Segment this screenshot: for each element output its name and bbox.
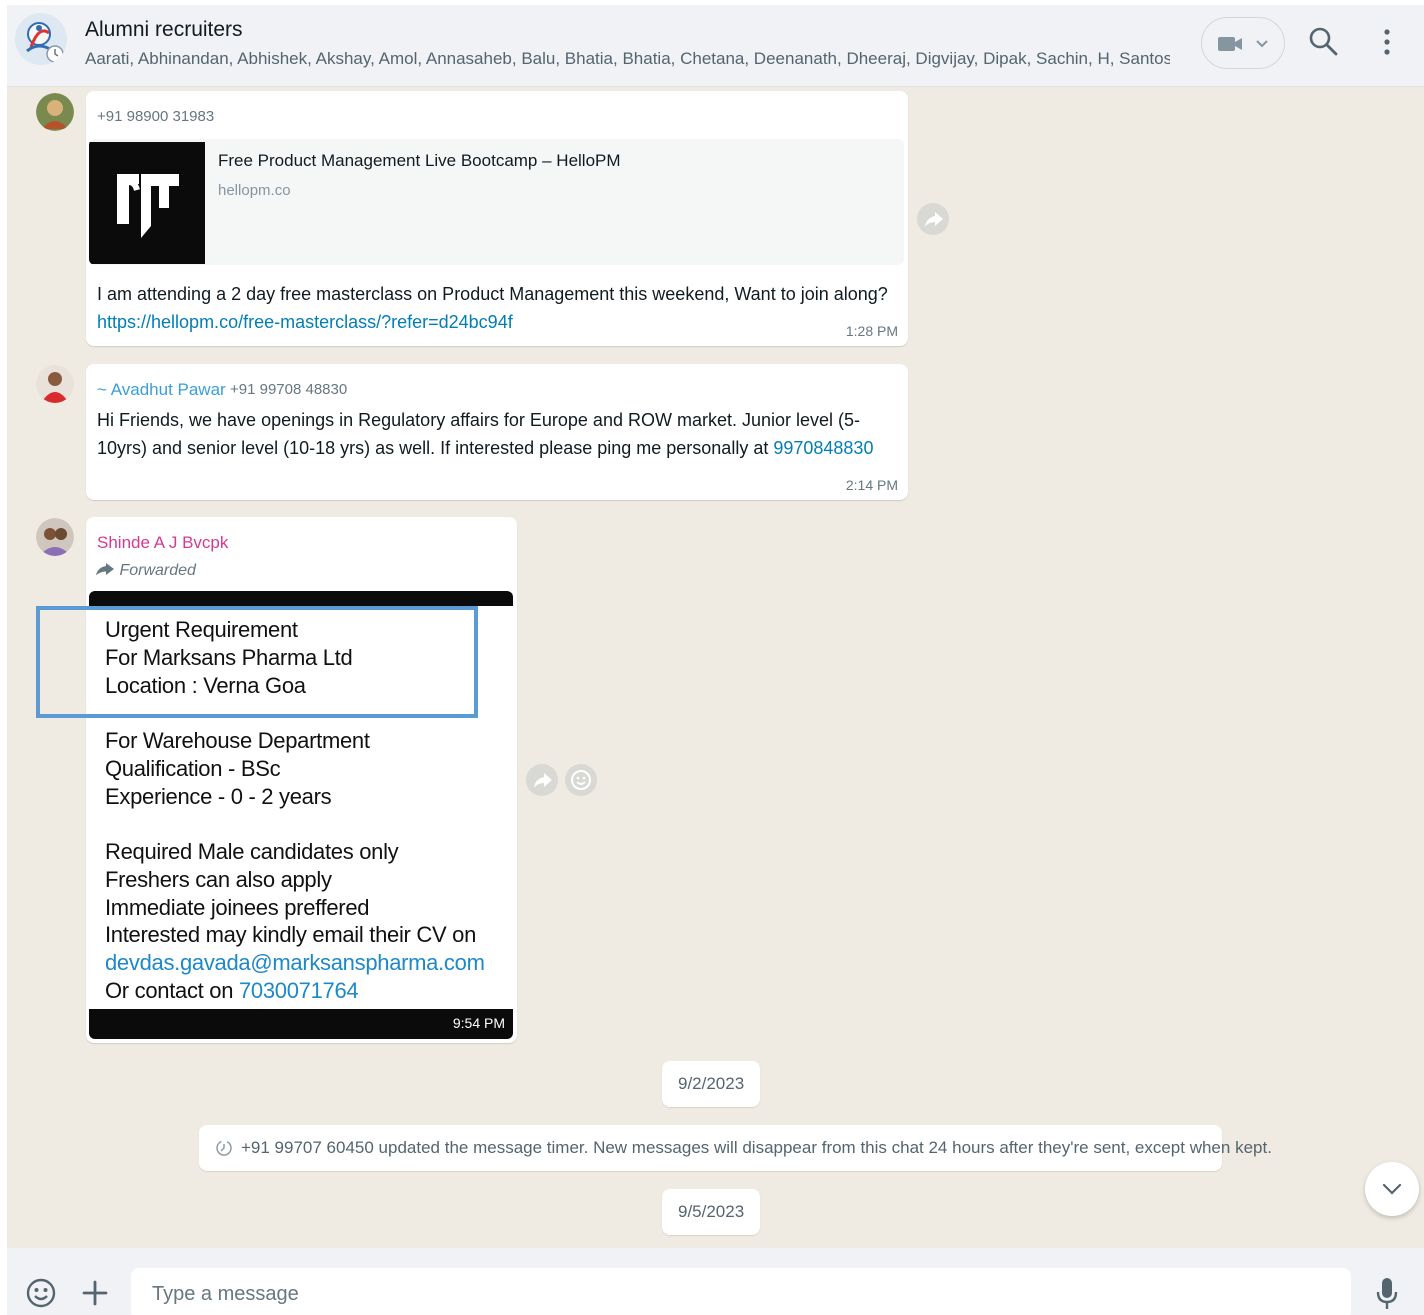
image-top-bar	[89, 591, 513, 606]
more-options-button[interactable]	[1375, 23, 1399, 61]
image-bottom-bar	[89, 1009, 513, 1039]
message-time: 9:54 PM	[452, 1015, 505, 1031]
smiley-icon	[571, 770, 591, 790]
date-divider: 9/2/2023	[662, 1061, 761, 1107]
timer-icon	[216, 1140, 232, 1156]
poster-text: Immediate joinees preffered	[105, 895, 370, 920]
chat-title[interactable]: Alumni recruiters	[85, 18, 243, 42]
phone-link[interactable]: 9970848830	[773, 438, 873, 458]
message-input[interactable]	[131, 1268, 1351, 1315]
video-call-icon	[1218, 37, 1242, 51]
poster-email: devdas.gavada@marksanspharma.com	[105, 950, 485, 975]
message-text: I am attending a 2 day free masterclass …	[97, 284, 888, 304]
message-text-line: 10yrs) and senior level (10-18 yrs) as w…	[97, 438, 769, 458]
video-call-button[interactable]	[1201, 17, 1285, 69]
forward-button[interactable]	[917, 203, 949, 235]
sender-avatar[interactable]	[36, 93, 74, 131]
system-message: +91 99707 60450 updated the message time…	[199, 1125, 1272, 1171]
sender-phone[interactable]: +91 99708 48830	[230, 381, 347, 398]
forward-icon	[925, 212, 943, 227]
forward-button[interactable]	[526, 764, 558, 796]
attach-button[interactable]	[81, 1278, 109, 1308]
search-icon	[1309, 27, 1338, 56]
search-button[interactable]	[1307, 25, 1339, 59]
forwarded-label: Forwarded	[119, 562, 196, 579]
microphone-icon	[1376, 1278, 1398, 1309]
preview-title: Free Product Management Live Bootcamp – …	[218, 151, 621, 170]
sender-name[interactable]: ~ Avadhut Pawar	[97, 380, 226, 400]
message-composer	[7, 1248, 1424, 1315]
preview-thumbnail	[89, 142, 205, 264]
link-preview[interactable]: Free Product Management Live Bootcamp – …	[89, 139, 904, 265]
chevron-down-icon	[1256, 40, 1268, 48]
poster-text: For Warehouse Department	[105, 728, 370, 753]
poster-text: Freshers can also apply	[105, 867, 332, 892]
message-time: 2:14 PM	[845, 477, 898, 493]
chat-window: Alumni recruiters Aarati, Abhinandan, Ab…	[7, 5, 1424, 1315]
poster-contact-number: 7030071764	[238, 978, 359, 1003]
forwarded-indicator: Forwarded	[95, 561, 196, 580]
highlight-annotation	[36, 606, 478, 718]
message-time: 1:28 PM	[845, 323, 898, 339]
sender-avatar[interactable]	[36, 365, 74, 403]
poster-text: Qualification - BSc	[105, 756, 281, 781]
plus-icon	[82, 1280, 108, 1306]
forwarded-icon	[96, 563, 114, 576]
message-bubble[interactable]: +91 98900 31983 Free Product Management …	[86, 91, 908, 346]
poster-text: Required Male candidates only	[105, 839, 399, 864]
message-text: 10yrs) and senior level (10-18 yrs) as w…	[97, 435, 873, 462]
message-text: Hi Friends, we have openings in Regulato…	[97, 410, 861, 430]
poster-contact-prefix: Or contact on	[105, 978, 234, 1003]
group-members-list[interactable]: Aarati, Abhinandan, Abhishek, Akshay, Am…	[85, 49, 1170, 69]
chat-header[interactable]: Alumni recruiters Aarati, Abhinandan, Ab…	[7, 5, 1424, 87]
scroll-to-bottom-button[interactable]	[1365, 1162, 1419, 1216]
sender-phone[interactable]: +91 98900 31983	[97, 108, 214, 125]
more-options-icon	[1384, 29, 1390, 55]
sender-name[interactable]: Shinde A J Bvcpk	[97, 533, 228, 553]
emoji-button[interactable]	[25, 1276, 57, 1310]
sender-avatar[interactable]	[36, 518, 74, 556]
poster-text: Experience - 0 - 2 years	[105, 784, 332, 809]
message-bubble[interactable]: ~ Avadhut Pawar +91 99708 48830 Hi Frien…	[86, 364, 908, 500]
poster-text: Interested may kindly email their CV on	[105, 922, 477, 947]
react-button[interactable]	[565, 764, 597, 796]
group-avatar[interactable]	[15, 13, 67, 65]
system-message-text: +91 99707 60450 updated the message time…	[241, 1138, 1272, 1157]
poster-contact: Or contact on 7030071764	[105, 978, 359, 1004]
message-bubble[interactable]: Shinde A J Bvcpk Forwarded Urgent Requir…	[86, 517, 517, 1043]
voice-message-button[interactable]	[1375, 1274, 1399, 1314]
emoji-icon	[26, 1278, 56, 1308]
message-link[interactable]: https://hellopm.co/free-masterclass/?ref…	[97, 309, 513, 336]
forward-icon	[534, 773, 552, 788]
preview-domain: hellopm.co	[218, 182, 291, 199]
chevron-down-icon	[1382, 1183, 1402, 1195]
date-divider: 9/5/2023	[662, 1189, 761, 1235]
